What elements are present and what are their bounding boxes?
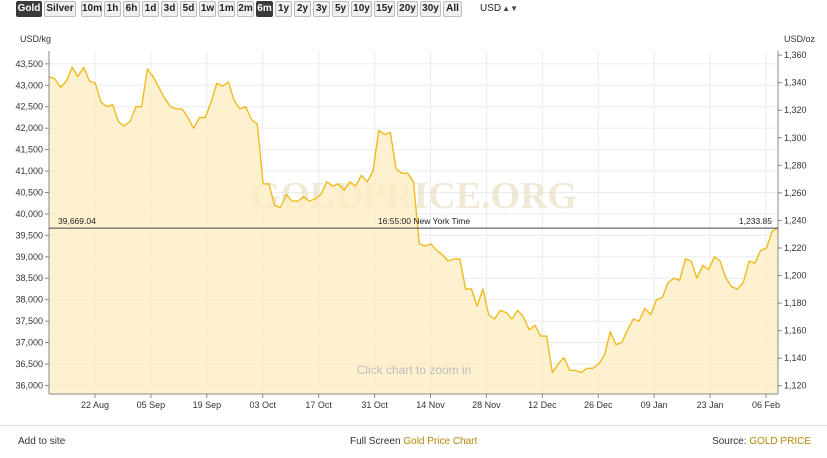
right-tick-label: 1,180: [784, 298, 807, 308]
left-tick-label: 42,000: [15, 123, 43, 133]
right-tick-label: 1,280: [784, 160, 807, 170]
left-tick-label: 37,500: [15, 316, 43, 326]
left-tick-label: 43,500: [15, 59, 43, 69]
full-screen-prefix: Full Screen: [350, 436, 404, 447]
right-tick-label: 1,120: [784, 381, 807, 391]
left-tick-label: 39,500: [15, 230, 43, 240]
left-tick-label: 43,000: [15, 80, 43, 90]
chart-footer: Add to site Full Screen Gold Price Chart…: [0, 425, 827, 458]
x-tick-label: 31 Oct: [361, 400, 388, 410]
gold-price-chart-link[interactable]: Gold Price Chart: [403, 436, 477, 447]
left-tick-label: 36,000: [15, 380, 43, 390]
x-tick-label: 14 Nov: [416, 400, 445, 410]
right-tick-label: 1,260: [784, 188, 807, 198]
add-to-site-link[interactable]: Add to site: [18, 436, 65, 447]
right-tick-label: 1,300: [784, 133, 807, 143]
left-tick-label: 40,000: [15, 209, 43, 219]
right-tick-label: 1,240: [784, 215, 807, 225]
right-tick-label: 1,360: [784, 50, 807, 60]
right-tick-label: 1,140: [784, 353, 807, 363]
left-tick-label: 40,500: [15, 187, 43, 197]
x-tick-label: 26 Dec: [584, 400, 613, 410]
crosshair-left-value: 39,669.04: [58, 216, 96, 226]
left-tick-label: 41,500: [15, 145, 43, 155]
gold-price-chart[interactable]: USD/kg USD/oz 36,000 36,500 37,000 37,500 38…: [0, 0, 827, 425]
left-axis-unit: USD/kg: [20, 34, 51, 44]
right-tick-label: 1,340: [784, 78, 807, 88]
right-tick-label: 1,200: [784, 271, 807, 281]
crosshair-time: 16:55:00 New York Time: [378, 216, 470, 226]
left-tick-label: 38,000: [15, 295, 43, 305]
left-tick-label: 39,000: [15, 252, 43, 262]
left-tick-label: 41,000: [15, 166, 43, 176]
full-screen-text: Full Screen Gold Price Chart: [350, 436, 477, 447]
source-text: Source: GOLD PRICE: [712, 436, 811, 447]
left-tick-label: 42,500: [15, 102, 43, 112]
x-tick-label: 28 Nov: [472, 400, 501, 410]
zoom-hint: Click chart to zoom in: [357, 363, 472, 377]
x-tick-label: 17 Oct: [305, 400, 332, 410]
x-tick-label: 22 Aug: [81, 400, 109, 410]
left-tick-label: 38,500: [15, 273, 43, 283]
left-tick-label: 36,500: [15, 359, 43, 369]
x-tick-label: 05 Sep: [137, 400, 166, 410]
right-axis-unit: USD/oz: [784, 34, 816, 44]
right-tick-label: 1,220: [784, 243, 807, 253]
right-tick-label: 1,320: [784, 105, 807, 115]
crosshair-right-value: 1,233.85: [739, 216, 772, 226]
x-tick-label: 06 Feb: [752, 400, 780, 410]
x-tick-label: 23 Jan: [697, 400, 724, 410]
source-prefix: Source:: [712, 436, 750, 447]
x-tick-label: 09 Jan: [641, 400, 668, 410]
left-tick-label: 37,000: [15, 338, 43, 348]
x-tick-label: 03 Oct: [249, 400, 276, 410]
source-link[interactable]: GOLD PRICE: [749, 436, 811, 447]
x-tick-label: 12 Dec: [528, 400, 557, 410]
right-tick-label: 1,160: [784, 326, 807, 336]
x-tick-label: 19 Sep: [193, 400, 222, 410]
